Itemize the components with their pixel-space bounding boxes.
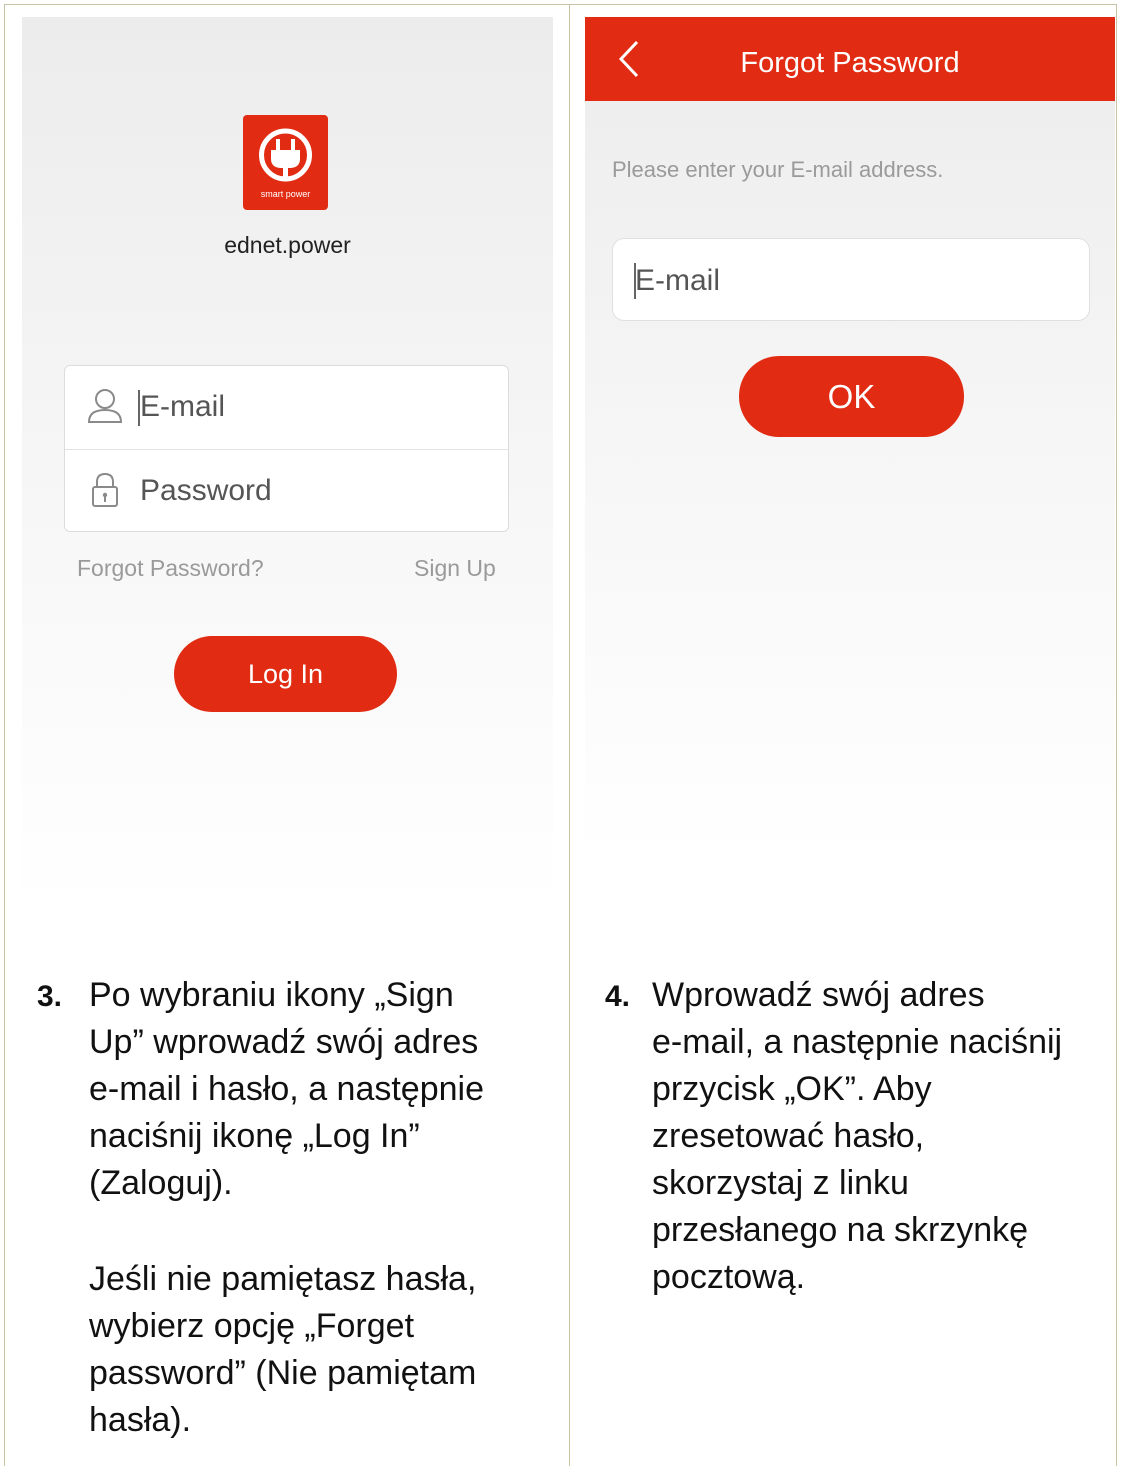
email-placeholder: E-mail [140,390,226,423]
page-title: Forgot Password [740,47,960,79]
login-form: E-mail Password [64,365,509,532]
email-input[interactable]: E-mail [612,238,1090,321]
step-text: Wprowadź swój adres e-mail, a następnie … [652,976,1063,1296]
sign-up-link[interactable]: Sign Up [414,555,496,582]
forgot-password-screen [585,17,1115,863]
app-logo: smart power [243,115,328,210]
lock-icon [92,472,118,507]
login-button[interactable]: Log In [174,636,397,712]
step-number: 3. [37,980,63,1013]
email-field[interactable]: E-mail [65,366,508,450]
app-name: ednet.power [224,232,351,258]
password-placeholder: Password [140,474,272,507]
step-number: 4. [605,980,631,1013]
password-field[interactable]: Password [65,450,508,533]
ok-button[interactable]: OK [739,356,964,437]
column-divider [569,4,570,1466]
user-icon [87,389,123,423]
forgot-password-link[interactable]: Forgot Password? [77,555,264,582]
step-note: Jeśli nie pamiętasz hasła, wybierz opcję… [89,1260,477,1439]
email-placeholder: E-mail [635,264,721,297]
logo-caption: smart power [260,189,311,199]
step-text: Po wybraniu ikony „Sign Up” wprowadź swó… [89,976,485,1202]
email-prompt: Please enter your E-mail address. [612,157,944,182]
